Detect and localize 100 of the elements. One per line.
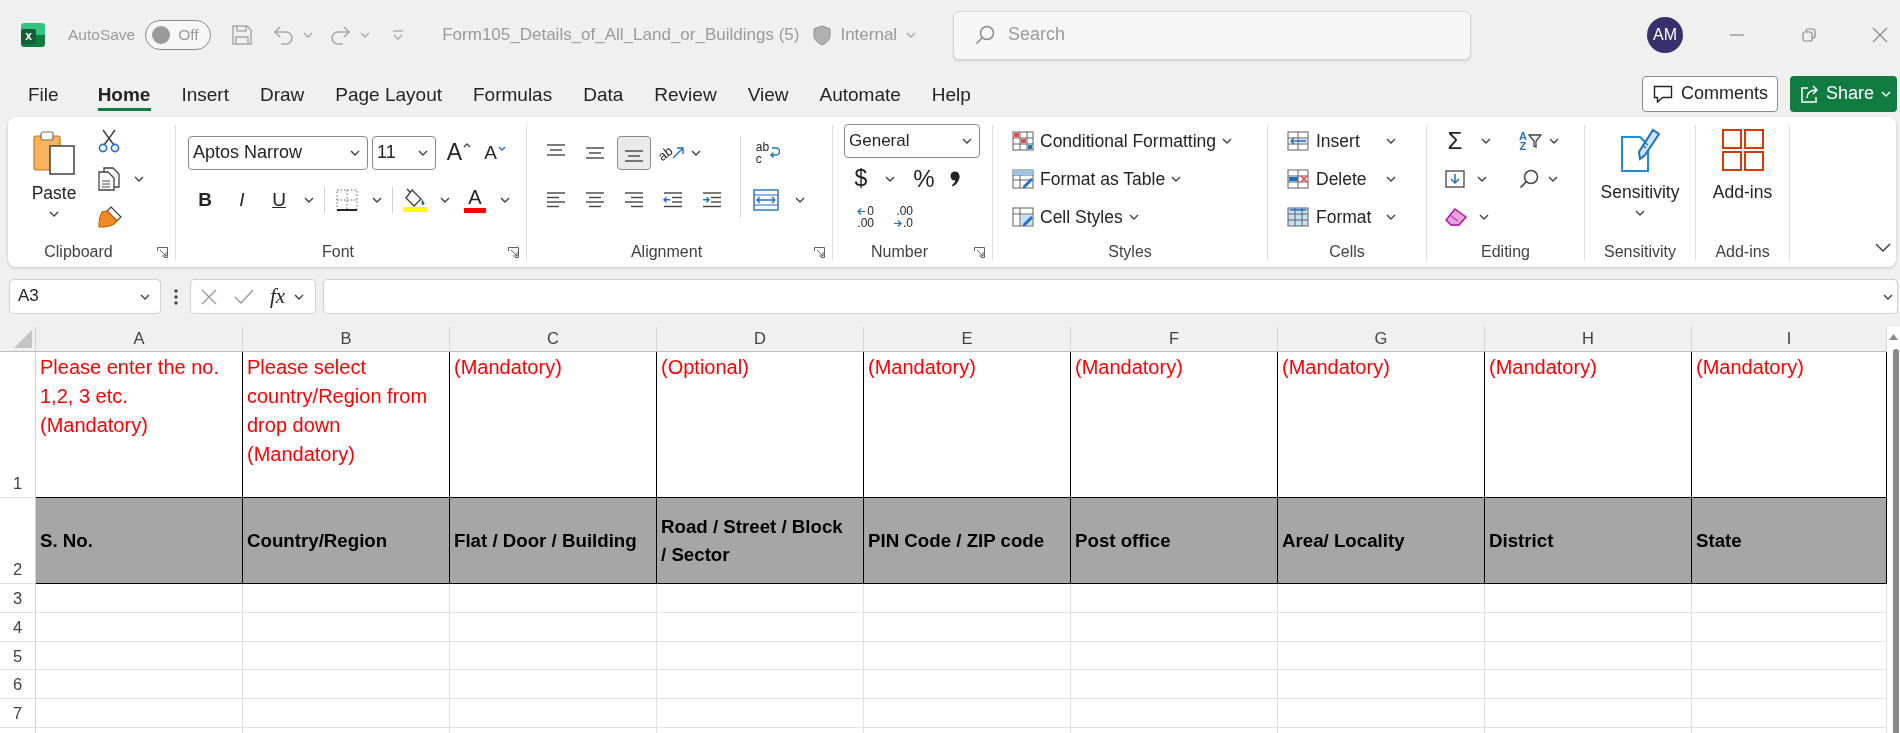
wrap-text-button[interactable]: ab c xyxy=(751,136,785,170)
add-ins-button[interactable]: Add-ins xyxy=(1712,128,1773,228)
decrease-decimal-button[interactable]: .00 .0 xyxy=(887,202,913,232)
column-header[interactable]: D xyxy=(657,327,864,352)
undo-icon[interactable] xyxy=(273,25,295,45)
align-right-icon[interactable] xyxy=(624,192,644,208)
caret-icon[interactable] xyxy=(1548,176,1558,182)
share-button[interactable]: Share xyxy=(1789,76,1897,112)
row-header[interactable]: 7 xyxy=(0,699,36,728)
autosum-button[interactable]: Σ xyxy=(1445,126,1465,156)
format-cells-button[interactable]: Format xyxy=(1287,200,1396,234)
corner-arrow-icon[interactable] xyxy=(508,246,519,258)
column-header[interactable]: C xyxy=(450,327,657,352)
header-cell[interactable]: District xyxy=(1485,498,1692,584)
paintbrush-icon[interactable] xyxy=(98,206,122,228)
account-avatar[interactable]: AM xyxy=(1647,17,1683,53)
column-header[interactable]: G xyxy=(1278,327,1485,352)
header-cell[interactable]: State xyxy=(1692,498,1887,584)
row-header[interactable]: 5 xyxy=(0,641,36,671)
empty-cell[interactable] xyxy=(864,699,1071,728)
header-cell[interactable]: PIN Code / ZIP code xyxy=(864,498,1071,584)
caret-icon[interactable] xyxy=(1883,293,1893,300)
header-cell[interactable]: Post office xyxy=(1071,498,1278,584)
empty-cell[interactable] xyxy=(657,699,864,728)
number-format-dropdown[interactable]: General xyxy=(844,124,980,158)
decrease-indent-icon[interactable] xyxy=(663,192,683,208)
percent-button[interactable]: % xyxy=(912,164,936,194)
restore-icon[interactable] xyxy=(1802,28,1816,42)
empty-cell[interactable] xyxy=(1278,584,1485,613)
underline-button[interactable]: U xyxy=(264,185,294,215)
row-header[interactable]: 1 xyxy=(0,352,36,498)
vertical-dots-icon[interactable] xyxy=(174,288,178,305)
empty-cell[interactable] xyxy=(1278,612,1485,642)
caret-icon[interactable] xyxy=(134,176,144,182)
bold-button[interactable]: B xyxy=(190,185,220,215)
eraser-icon[interactable] xyxy=(1445,208,1467,226)
corner-arrow-icon[interactable] xyxy=(814,246,825,258)
row-header[interactable]: 6 xyxy=(0,670,36,700)
empty-cell[interactable] xyxy=(243,641,450,671)
empty-cell[interactable] xyxy=(1071,641,1278,671)
cell-styles-button[interactable]: Cell Styles xyxy=(1012,200,1267,234)
empty-cell[interactable] xyxy=(450,699,657,728)
caret-icon[interactable] xyxy=(440,197,450,203)
currency-button[interactable]: $ xyxy=(851,164,871,194)
caret-icon[interactable] xyxy=(500,197,510,203)
increase-decimal-button[interactable]: 0 .00 xyxy=(848,202,874,232)
redo-icon[interactable] xyxy=(330,25,352,45)
caret-icon[interactable] xyxy=(304,197,314,203)
column-header[interactable]: H xyxy=(1485,327,1692,352)
row-header[interactable]: 2 xyxy=(0,498,36,584)
caret-icon[interactable] xyxy=(294,293,305,300)
align-center-icon[interactable] xyxy=(585,192,605,208)
caret-icon[interactable] xyxy=(1481,138,1491,144)
shrink-font-button[interactable]: A xyxy=(480,138,510,168)
header-cell[interactable]: Area/ Locality xyxy=(1278,498,1485,584)
empty-cell[interactable] xyxy=(1485,699,1692,728)
empty-cell[interactable] xyxy=(1485,612,1692,642)
paint-bucket-icon[interactable] xyxy=(403,188,427,212)
align-left-icon[interactable] xyxy=(546,192,566,208)
empty-cell[interactable] xyxy=(450,612,657,642)
scroll-up-icon[interactable] xyxy=(1889,334,1898,340)
copy-icon[interactable] xyxy=(98,167,120,191)
row-header[interactable]: 3 xyxy=(0,584,36,613)
dropdown-menu-icon[interactable] xyxy=(392,30,405,40)
corner-arrow-icon[interactable] xyxy=(157,246,168,258)
empty-cell[interactable] xyxy=(657,641,864,671)
empty-cell[interactable] xyxy=(864,641,1071,671)
header-cell[interactable]: S. No. xyxy=(36,498,243,584)
italic-button[interactable]: I xyxy=(227,185,257,215)
empty-cell[interactable] xyxy=(1278,670,1485,700)
corner-arrow-icon[interactable] xyxy=(974,246,985,258)
empty-cell[interactable] xyxy=(1485,641,1692,671)
font-size-dropdown[interactable]: 11 xyxy=(372,136,436,170)
save-icon[interactable] xyxy=(232,25,253,45)
empty-cell[interactable] xyxy=(1071,584,1278,613)
delete-cells-button[interactable]: Delete xyxy=(1287,162,1396,196)
sort-filter-button[interactable]: A Z xyxy=(1519,126,1542,156)
column-header[interactable]: E xyxy=(864,327,1071,352)
empty-cell[interactable] xyxy=(1278,641,1485,671)
empty-cell[interactable] xyxy=(450,584,657,613)
bottom-align-button[interactable] xyxy=(617,136,651,170)
empty-cell[interactable] xyxy=(243,670,450,700)
scissors-icon[interactable] xyxy=(98,129,120,153)
scrollbar-thumb[interactable] xyxy=(1893,349,1899,733)
column-header[interactable]: A xyxy=(36,327,243,352)
header-cell[interactable]: Road / Street / Block / Sector xyxy=(657,498,864,584)
caret-icon[interactable] xyxy=(885,176,895,182)
header-cell[interactable]: Flat / Door / Building xyxy=(450,498,657,584)
empty-cell[interactable] xyxy=(864,612,1071,642)
empty-cell[interactable] xyxy=(1071,612,1278,642)
select-all-button[interactable] xyxy=(0,327,36,352)
conditional-formatting-button[interactable]: Conditional Formatting xyxy=(1012,124,1267,158)
column-header[interactable]: F xyxy=(1071,327,1278,352)
empty-cell[interactable] xyxy=(450,670,657,700)
empty-cell[interactable] xyxy=(450,641,657,671)
insert-function-button[interactable]: fx xyxy=(270,283,286,310)
column-header[interactable]: B xyxy=(243,327,450,352)
caret-icon[interactable] xyxy=(795,197,805,203)
header-cell[interactable]: Country/Region xyxy=(243,498,450,584)
caret-icon[interactable] xyxy=(691,150,701,156)
